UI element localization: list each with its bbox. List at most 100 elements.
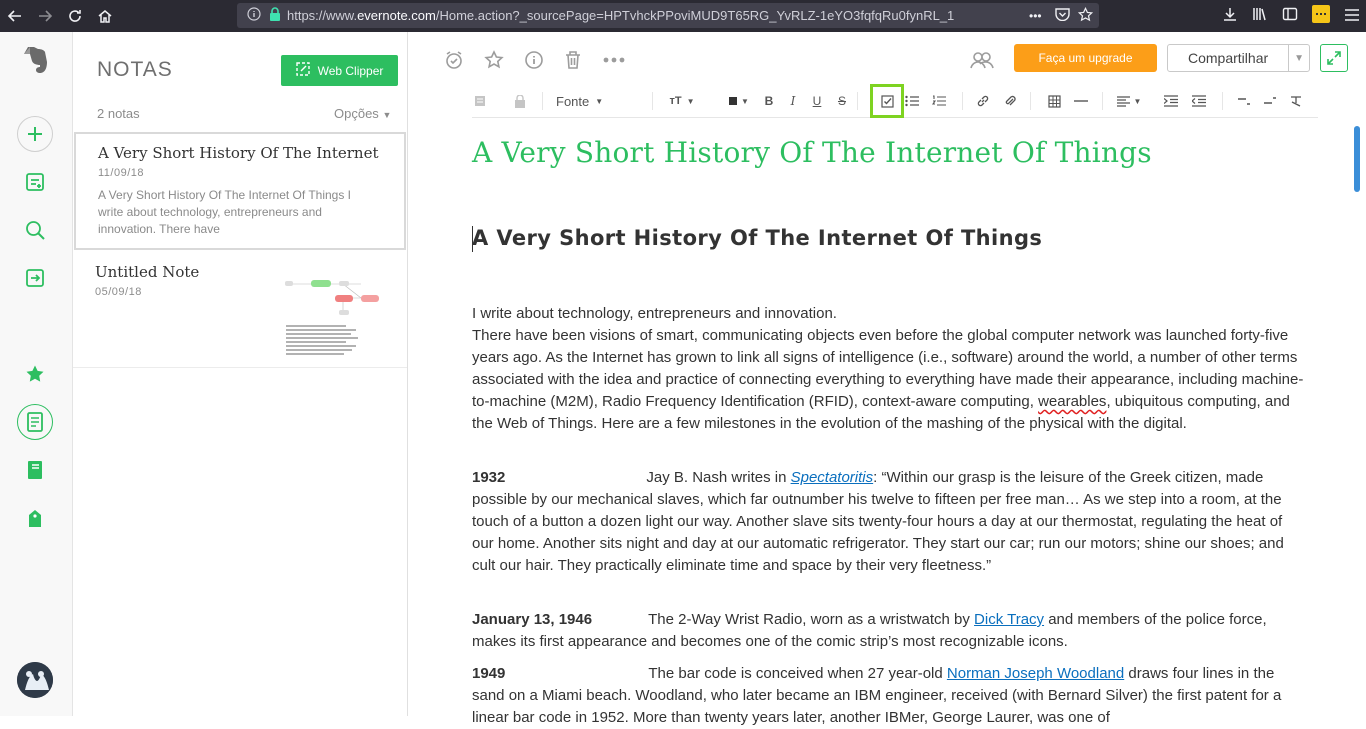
note-card-title: Untitled Note [95, 263, 200, 281]
shortcuts-star-icon[interactable] [17, 356, 53, 392]
note-card-date: 11/09/18 [98, 167, 145, 179]
spellcheck-word: wearables [1038, 393, 1107, 410]
text-caret [472, 226, 473, 252]
dick-tracy-link[interactable]: Dick Tracy [974, 611, 1044, 628]
upgrade-button[interactable]: Faça um upgrade [1014, 44, 1157, 72]
bookmark-star-icon[interactable] [1077, 6, 1094, 25]
chevron-down-icon: ▼ [595, 96, 604, 106]
share-dropdown-icon[interactable]: ▼ [1288, 45, 1309, 71]
indent-icon[interactable] [1162, 90, 1180, 112]
editor-scrollbar[interactable] [1354, 126, 1360, 192]
horizontal-rule-icon[interactable] [1072, 90, 1090, 112]
note-card[interactable]: A Very Short History Of The Internet 11/… [74, 132, 406, 250]
note-card-date: 05/09/18 [95, 286, 142, 298]
browser-toolbar: https://www.evernote.com/Home.action?_so… [0, 0, 1366, 32]
subscript-icon[interactable] [1236, 90, 1252, 112]
milestone-1949: 1949 The bar code is conceived when 27 ye… [472, 663, 1304, 729]
table-icon[interactable] [1045, 90, 1063, 112]
menu-icon[interactable] [1344, 7, 1360, 26]
url-bar[interactable]: https://www.evernote.com/Home.action?_so… [237, 3, 1099, 28]
lock-note-icon[interactable] [512, 90, 528, 112]
note-card-title: A Very Short History Of The Internet [98, 144, 379, 162]
home-icon[interactable] [90, 1, 120, 31]
share-button[interactable]: Compartilhar ▼ [1167, 44, 1310, 72]
note-card-snippet: A Very Short History Of The Internet Of … [98, 188, 352, 236]
notebooks-icon[interactable] [17, 452, 53, 488]
page-actions-icon[interactable]: ••• [1029, 9, 1042, 23]
chevron-down-icon: ▼ [686, 96, 695, 106]
font-size-dropdown[interactable]: тT ▼ [666, 90, 698, 112]
new-note-icon[interactable] [17, 116, 53, 152]
notes-icon[interactable] [17, 404, 53, 440]
work-chat-share-icon[interactable] [969, 48, 995, 72]
trash-icon[interactable] [561, 48, 585, 72]
outdent-icon[interactable] [1190, 90, 1208, 112]
milestone-1932: 1932 Jay B. Nash writes in Spectatoritis:… [472, 467, 1304, 577]
milestone-text: : “Within our grasp is the leisure of th… [472, 469, 1284, 574]
toolbar-divider [652, 92, 653, 110]
checkbox-icon[interactable] [870, 84, 904, 118]
milestone-text: The bar code is conceived when 27 year-o… [648, 665, 947, 682]
note-info-icon[interactable] [522, 48, 546, 72]
note-card[interactable]: Untitled Note 05/09/18 [73, 250, 407, 368]
pocket-icon[interactable] [1055, 7, 1070, 24]
share-label: Compartilhar [1188, 50, 1269, 66]
strikethrough-icon[interactable]: S [835, 90, 849, 112]
note-thumbnail [283, 278, 381, 360]
reload-icon[interactable] [60, 1, 90, 31]
italic-icon[interactable]: I [786, 90, 800, 112]
norman-woodland-link[interactable]: Norman Joseph Woodland [947, 665, 1124, 682]
shortcut-star-icon[interactable] [482, 48, 506, 72]
evernote-logo-icon[interactable] [18, 42, 54, 78]
url-text: https://www.evernote.com/Home.action?_so… [287, 8, 955, 23]
alignment-dropdown[interactable]: ▼ [1114, 90, 1144, 112]
bulleted-list-icon[interactable] [903, 90, 921, 112]
work-chat-icon[interactable] [17, 260, 53, 296]
avatar[interactable] [17, 662, 53, 698]
chevron-down-icon: ▼ [382, 110, 392, 120]
toolbar-divider [1102, 92, 1103, 110]
download-icon[interactable] [1222, 6, 1238, 26]
note-title-input[interactable]: A Very Short History Of The Internet Of … [472, 136, 1152, 169]
milestone-text: Jay B. Nash writes in [646, 469, 791, 486]
template-icon[interactable] [472, 90, 488, 112]
toolbar-divider [1030, 92, 1031, 110]
bold-icon[interactable]: B [762, 90, 776, 112]
superscript-icon[interactable] [1262, 90, 1278, 112]
numbered-list-icon[interactable] [930, 90, 948, 112]
intro-line: I write about technology, entrepreneurs … [472, 305, 837, 322]
milestone-1946: January 13, 1946 The 2-Way Wrist Radio, w… [472, 609, 1304, 653]
font-dropdown[interactable]: Fonte ▼ [556, 90, 616, 112]
text-color-icon [729, 97, 738, 105]
underline-icon[interactable]: U [810, 90, 824, 112]
web-clipper-button[interactable]: Web Clipper [281, 55, 398, 86]
info-icon[interactable] [247, 7, 261, 24]
spectatoritis-link[interactable]: Spectatoritis [791, 469, 874, 486]
text-color-dropdown[interactable]: ▼ [726, 90, 752, 112]
expand-icon[interactable] [1320, 44, 1348, 72]
notes-list-panel: NOTAS Web Clipper 2 notas Opções ▼ A Ver… [73, 32, 408, 716]
notes-count: 2 notas [97, 106, 140, 121]
notes-list-title: NOTAS [97, 58, 173, 81]
clear-formatting-icon[interactable] [1288, 90, 1304, 112]
tags-icon[interactable] [17, 500, 53, 536]
milestone-text: The 2-Way Wrist Radio, worn as a wristwa… [648, 611, 975, 628]
toolbar-divider [1222, 92, 1223, 110]
search-icon[interactable] [17, 212, 53, 248]
intro-paragraph: I write about technology, entrepreneurs … [472, 303, 1304, 435]
library-icon[interactable] [1252, 6, 1268, 26]
lock-icon [269, 7, 281, 24]
milestone-date: January 13, 1946 [472, 611, 593, 628]
attachment-icon[interactable] [1001, 90, 1019, 112]
milestone-date: 1949 [472, 665, 506, 682]
formatting-toolbar: Fonte ▼ тT ▼ ▼ B I U S ▼ [472, 84, 1318, 118]
sidebar-icon[interactable] [1282, 6, 1298, 26]
forward-icon[interactable] [30, 1, 60, 31]
options-dropdown[interactable]: Opções ▼ [334, 106, 391, 121]
extension-icon[interactable] [1312, 5, 1330, 27]
link-icon[interactable] [974, 90, 992, 112]
back-icon[interactable] [0, 1, 30, 31]
reminder-alarm-icon[interactable] [442, 48, 466, 72]
more-options-icon[interactable] [602, 48, 626, 72]
new-chat-note-icon[interactable] [17, 164, 53, 200]
